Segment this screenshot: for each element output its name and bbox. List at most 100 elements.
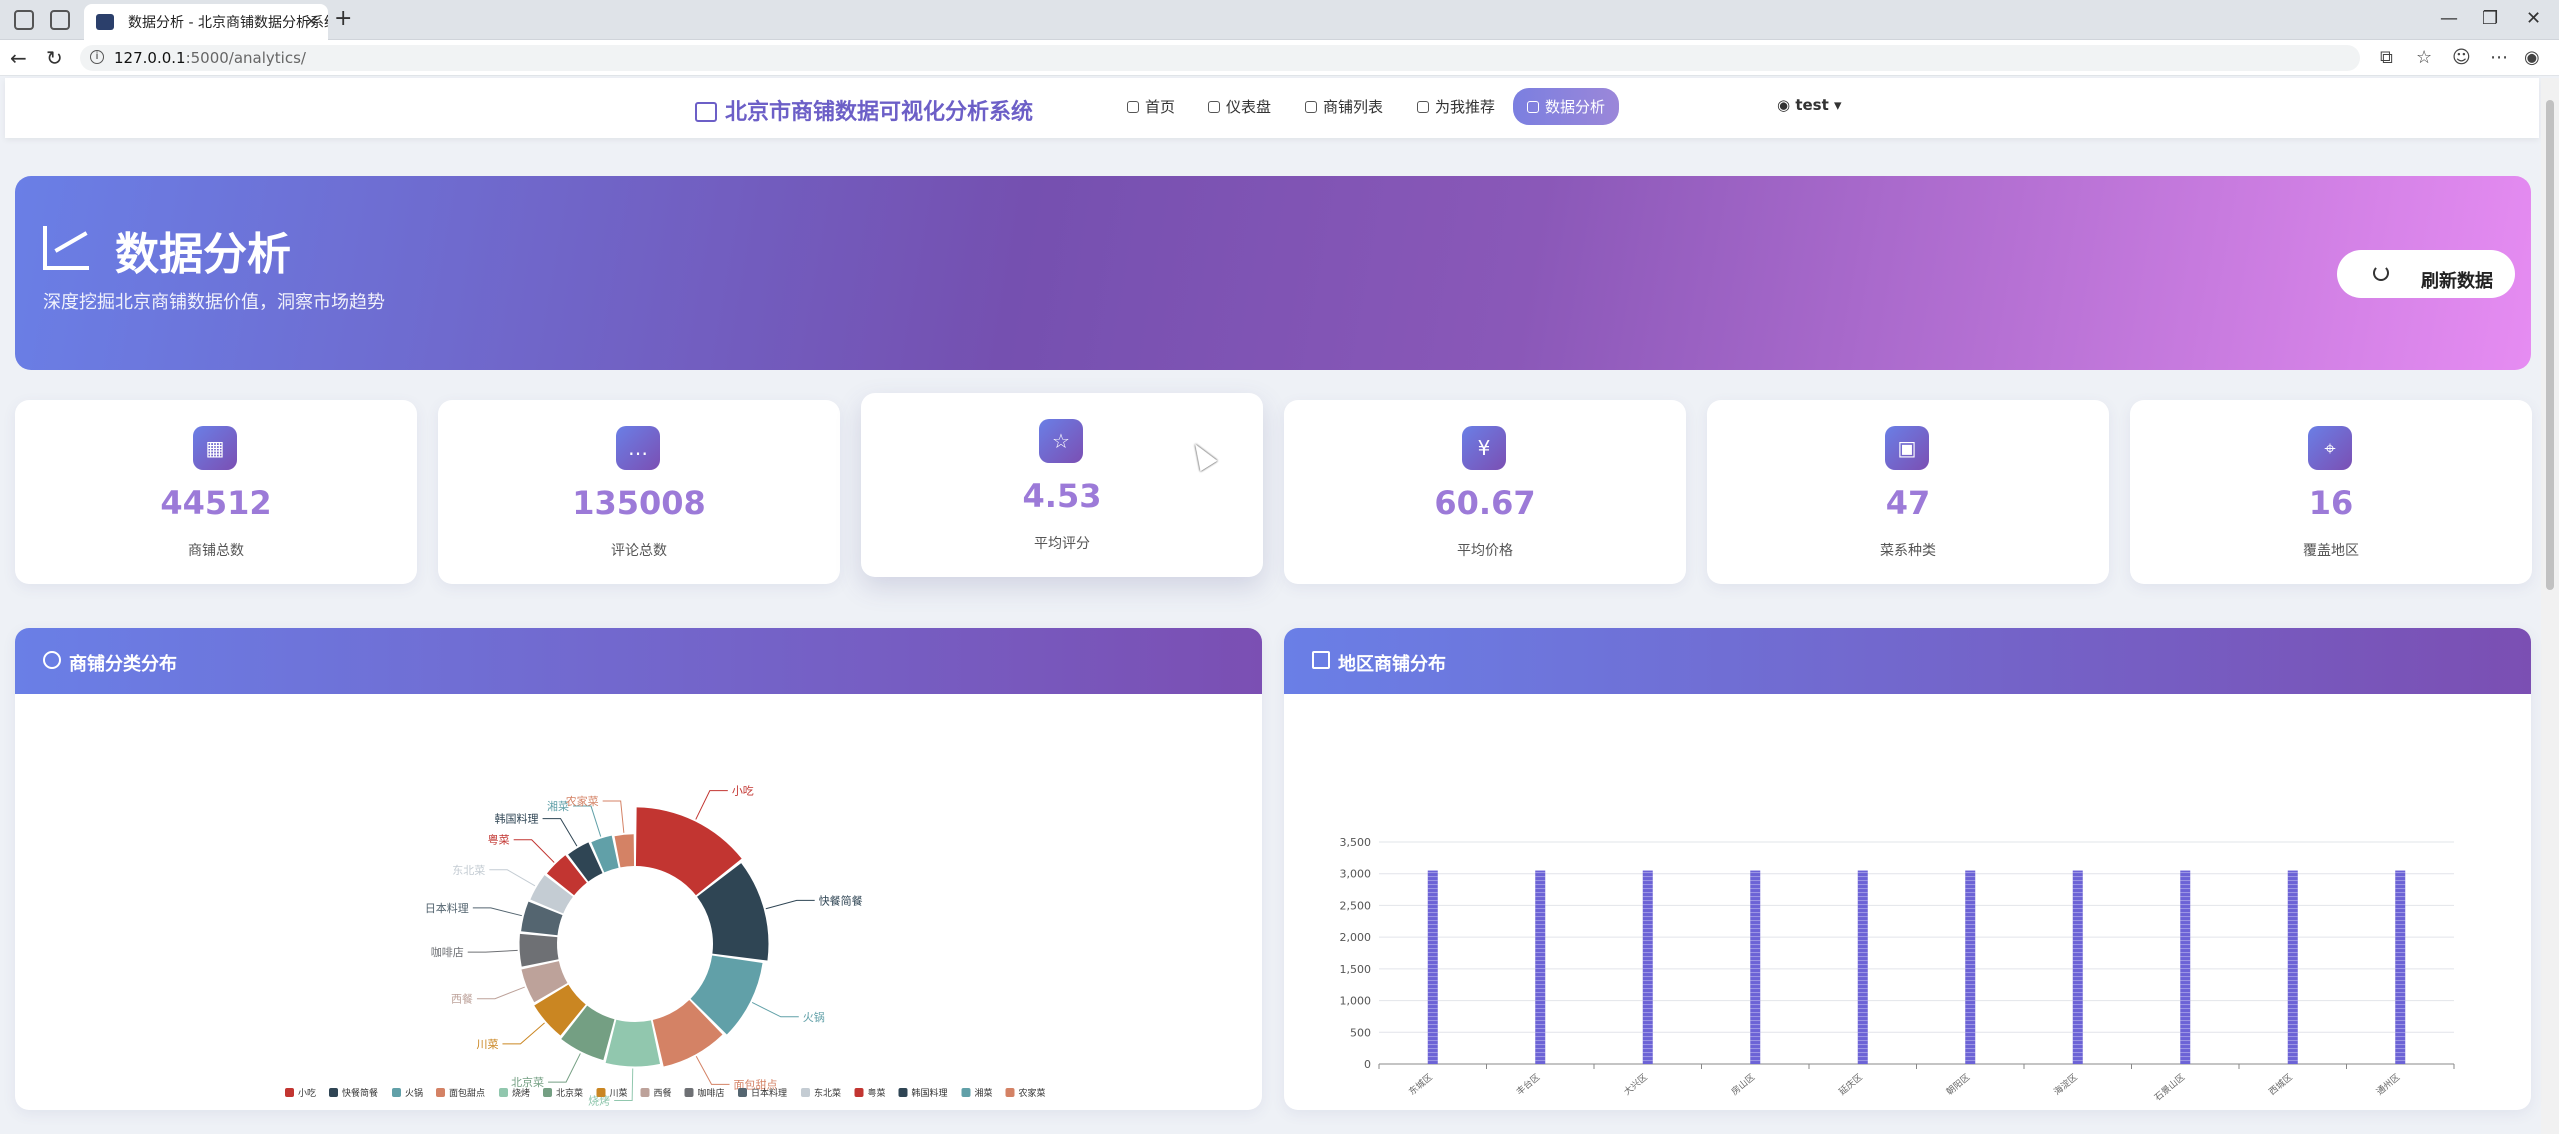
legend-swatch[interactable] [436, 1088, 445, 1097]
nav-item-dashboard[interactable]: 仪表盘 [1208, 96, 1271, 117]
legend-swatch[interactable] [543, 1088, 552, 1097]
legend-label[interactable]: 日本料理 [751, 1087, 787, 1099]
nav-label: 首页 [1145, 98, 1176, 116]
nav-item-analytics[interactable]: 数据分析 [1513, 88, 1620, 125]
bar[interactable] [1427, 870, 1438, 1064]
legend-label[interactable]: 湘菜 [975, 1087, 993, 1099]
legend-swatch[interactable] [329, 1088, 338, 1097]
pie-label-line [751, 1002, 799, 1018]
pie-slice[interactable] [519, 933, 559, 967]
tab-actions-icon[interactable] [50, 10, 70, 30]
legend-label[interactable]: 农家菜 [1019, 1087, 1046, 1099]
star-icon: ☆ [1039, 419, 1083, 463]
panel-title: 地区商铺分布 [1338, 654, 1446, 675]
legend-label[interactable]: 东北菜 [814, 1087, 841, 1099]
browser-tab-active[interactable]: 数据分析 - 北京商铺数据分析系统 × [84, 4, 328, 40]
legend-label[interactable]: 火锅 [405, 1088, 423, 1099]
x-tick-label: 大兴区 [1621, 1071, 1649, 1098]
address-bar: ← ↻ i 127.0.0.1:5000/analytics/ ⧉ ☆ ☺ ⋯ … [0, 40, 2559, 76]
legend-swatch[interactable] [898, 1088, 908, 1097]
x-tick-label: 通州区 [2374, 1072, 2402, 1098]
brand-title: 北京市商铺数据可视化分析系统 [725, 100, 1034, 125]
nav-label: 仪表盘 [1226, 98, 1272, 116]
legend-label[interactable]: 烧烤 [512, 1087, 530, 1099]
profile-icon[interactable]: ☺ [2452, 47, 2471, 68]
stat-label: 商铺总数 [188, 543, 244, 559]
bar[interactable] [1750, 870, 1761, 1064]
bar[interactable] [1857, 870, 1868, 1064]
legend-label[interactable]: 川菜 [610, 1087, 628, 1099]
legend-swatch[interactable] [1005, 1088, 1015, 1097]
pie-slice[interactable] [605, 1019, 661, 1067]
legend-swatch[interactable] [684, 1088, 694, 1097]
tab-title: 数据分析 - 北京商铺数据分析系统 [128, 15, 328, 31]
nav-item-recommend[interactable]: 为我推荐 [1417, 96, 1495, 117]
minimize-icon[interactable]: — [2440, 8, 2458, 29]
nav-item-shop-list[interactable]: 商铺列表 [1305, 96, 1383, 117]
close-window-icon[interactable]: ✕ [2526, 8, 2541, 29]
legend-label[interactable]: 咖啡店 [698, 1087, 725, 1099]
legend-label[interactable]: 韩国料理 [912, 1087, 948, 1099]
legend-swatch[interactable] [854, 1088, 864, 1097]
reload-icon[interactable]: ↻ [46, 46, 63, 70]
legend-label[interactable]: 北京菜 [556, 1087, 583, 1099]
pie-slice-label: 日本料理 [425, 901, 469, 915]
legend-swatch[interactable] [392, 1088, 401, 1097]
nav-item-home[interactable]: 首页 [1127, 96, 1175, 117]
legend-label[interactable]: 粤菜 [868, 1087, 886, 1099]
browser-chrome: 数据分析 - 北京商铺数据分析系统 × + — ❐ ✕ ← ↻ i 127.0.… [0, 0, 2559, 76]
legend-label[interactable]: 小吃 [298, 1087, 316, 1099]
user-menu[interactable]: ◉ test ▾ [1777, 96, 1842, 114]
back-icon[interactable]: ← [10, 46, 27, 70]
legend-swatch[interactable] [596, 1088, 606, 1097]
legend-swatch[interactable] [640, 1088, 650, 1097]
pie-slice-label: 咖啡店 [431, 945, 464, 959]
workspaces-icon[interactable] [14, 10, 34, 30]
copilot-icon[interactable]: ◉ [2524, 47, 2540, 68]
store-icon [1305, 101, 1317, 113]
stat-card-rating: ☆ 4.53 平均评分 [861, 393, 1263, 577]
pie-slice-label: 粤菜 [488, 833, 510, 847]
legend-swatch[interactable] [801, 1088, 810, 1097]
pie-label-line [472, 907, 522, 917]
legend-label[interactable]: 西餐 [654, 1087, 672, 1099]
bar[interactable] [2180, 870, 2191, 1064]
store-icon [695, 102, 717, 122]
legend-label[interactable]: 快餐简餐 [342, 1087, 378, 1099]
pie-label-line [476, 986, 525, 1000]
restore-icon[interactable]: ❐ [2482, 8, 2498, 29]
legend-swatch[interactable] [961, 1088, 971, 1097]
legend-swatch[interactable] [499, 1088, 508, 1097]
pie-slice-label: 韩国料理 [495, 812, 539, 826]
url-field[interactable]: i 127.0.0.1:5000/analytics/ [80, 45, 2360, 71]
district-bar-chart[interactable]: 0 500 1,000 1,500 2,000 2,500 3,000 3,500 东城区 丰台区… [1284, 694, 2531, 1110]
bar[interactable] [1535, 870, 1546, 1064]
close-tab-icon[interactable]: × [305, 11, 318, 30]
brand[interactable]: 北京市商铺数据可视化分析系统 [695, 94, 1033, 126]
pie-label-line [573, 805, 602, 837]
refresh-button[interactable]: 刷新数据 [2337, 250, 2515, 298]
more-icon[interactable]: ⋯ [2490, 47, 2508, 68]
new-tab-icon[interactable]: + [334, 6, 352, 31]
page-scrollbar[interactable] [2541, 78, 2559, 1134]
category-panel: 商铺分类分布 小吃 快餐简餐 火锅 面包甜点 烧烤 北京菜 川菜 西餐 咖啡店 日本料理 东北菜 粤菜… [15, 628, 1262, 1110]
bar[interactable] [2287, 870, 2298, 1064]
legend-label[interactable]: 面包甜点 [449, 1087, 485, 1099]
url-path: :5000/analytics/ [185, 49, 306, 67]
bar[interactable] [2072, 870, 2083, 1064]
extensions-icon[interactable]: ⧉ [2380, 47, 2393, 68]
scrollbar-thumb[interactable] [2546, 100, 2554, 590]
category-rose-chart[interactable]: 小吃快餐简餐火锅面包甜点烧烤北京菜川菜西餐咖啡店日本料理东北菜粤菜韩国料理湘菜农… [15, 694, 1262, 1110]
bar[interactable] [1642, 870, 1653, 1064]
bar[interactable] [2395, 870, 2406, 1064]
legend-swatch[interactable] [285, 1088, 294, 1097]
favorites-icon[interactable]: ☆ [2416, 47, 2432, 68]
legend-swatch[interactable] [738, 1088, 747, 1097]
site-info-icon[interactable]: i [90, 50, 104, 64]
favicon-icon [96, 14, 114, 30]
y-tick-label: 3,000 [1340, 868, 1372, 881]
x-tick-label: 延庆区 [1836, 1071, 1864, 1098]
pie-slice-label: 北京菜 [511, 1075, 544, 1089]
y-tick-label: 2,500 [1340, 899, 1372, 912]
bar[interactable] [1965, 870, 1976, 1064]
